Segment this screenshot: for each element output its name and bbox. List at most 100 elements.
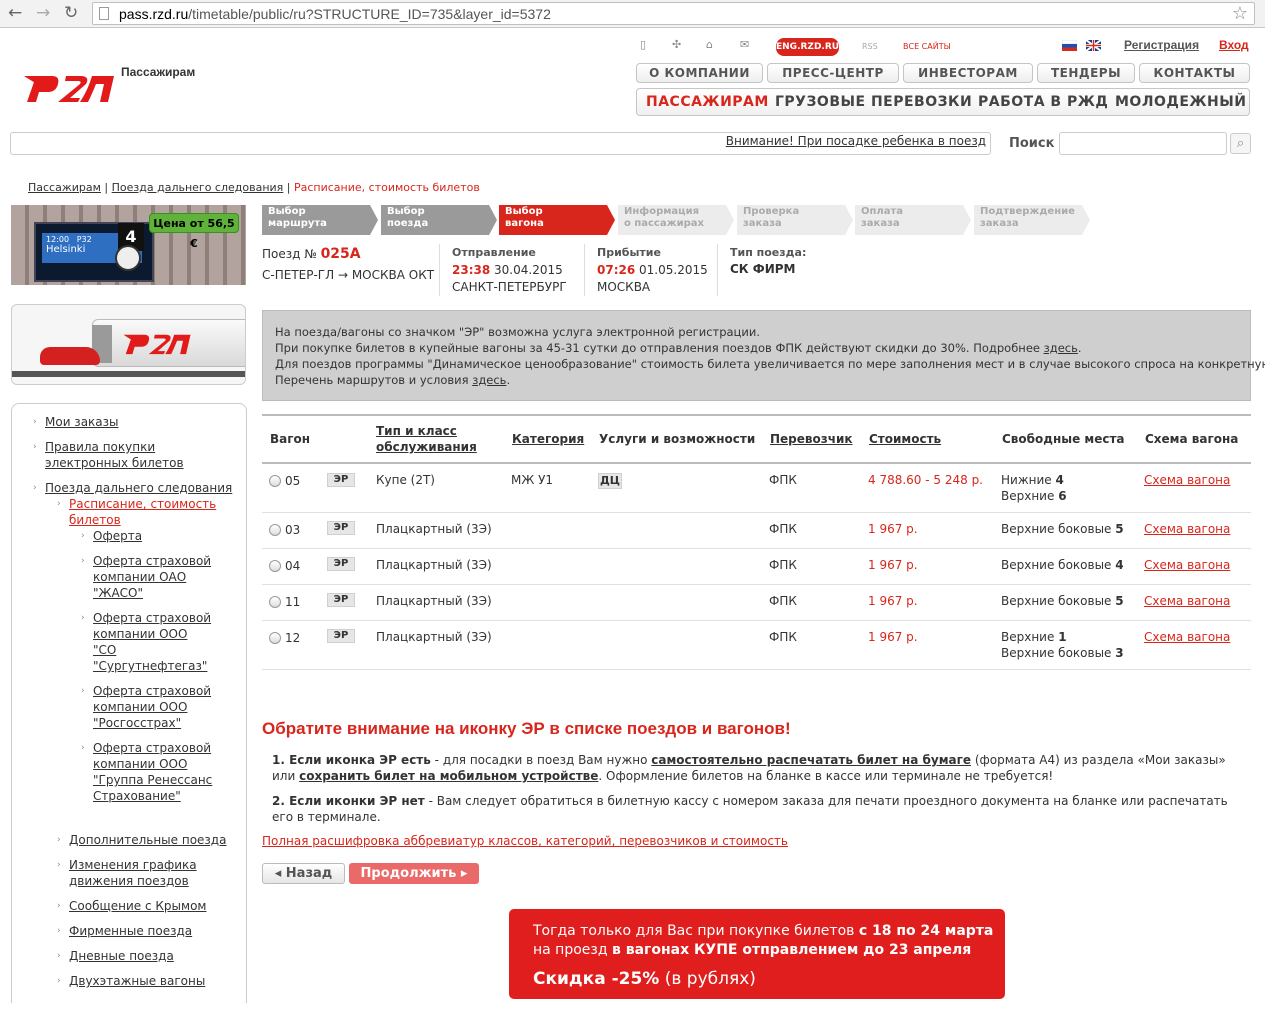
menu-current-schedule[interactable]: › Расписание, стоимость билетов — [57, 496, 219, 528]
main-nav-cargo[interactable]: ГРУЗОВЫЕ ПЕРЕВОЗКИ — [775, 94, 972, 110]
cars-table-header: Вагон Тип и класс обслуживания Категория … — [262, 414, 1251, 464]
step-route[interactable]: Выбор маршрута — [262, 205, 370, 235]
breadcrumb-long-distance[interactable]: Поезда дальнего следования — [112, 181, 284, 194]
back-arrow-icon[interactable]: ← — [8, 4, 22, 22]
main-nav-passengers[interactable]: ПАССАЖИРАМ — [646, 94, 769, 110]
rss-link[interactable]: RSS — [862, 42, 878, 51]
register-link[interactable]: Регистрация — [1124, 38, 1199, 52]
car-scheme-link[interactable]: Схема вагона — [1144, 629, 1230, 645]
menu-schedule-changes[interactable]: › Изменения графика движения поездов — [57, 857, 209, 889]
car-scheme-link[interactable]: Схема вагона — [1144, 521, 1230, 537]
car-scheme-link[interactable]: Схема вагона — [1144, 472, 1230, 488]
search-icon[interactable]: ⌕ — [1230, 133, 1251, 154]
menu-my-orders[interactable]: › Мои заказы — [33, 414, 235, 430]
login-link[interactable]: Вход — [1219, 38, 1249, 52]
table-row[interactable]: 11 ЭР Плацкартный (3Э) ФПК 1 967 р. Верх… — [262, 585, 1251, 621]
nav-about[interactable]: О КОМПАНИИ — [636, 63, 763, 83]
er-badge: ЭР — [327, 473, 355, 487]
discount-details-link[interactable]: здесь — [1044, 341, 1078, 355]
menu-crimea[interactable]: › Сообщение с Крымом — [57, 898, 239, 914]
sort-cost[interactable]: Стоимость — [869, 431, 941, 447]
news-ticker: Внимание! При посадке ребенка в поезд — [10, 132, 991, 155]
home-icon[interactable]: ⌂ — [706, 38, 713, 54]
car-radio[interactable] — [269, 596, 281, 608]
step-confirm: Подтверждение заказа — [974, 205, 1082, 235]
rzd-logo-on-wagon — [123, 334, 191, 355]
abbreviations-link[interactable]: Полная расшифровка аббревиатур классов, … — [262, 834, 788, 848]
departure-station: САНКТ-ПЕТЕРБУРГ — [452, 280, 567, 294]
table-row[interactable]: 12 ЭР Плацкартный (3Э) ФПК 1 967 р. Верх… — [262, 621, 1251, 670]
reload-icon[interactable]: ↻ — [64, 4, 78, 22]
url-path: /timetable/public/ru?STRUCTURE_ID=735&la… — [188, 6, 551, 22]
nav-investors[interactable]: ИНВЕСТОРАМ — [903, 63, 1033, 83]
step-car: Выбор вагона — [499, 205, 607, 235]
nav-contacts[interactable]: КОНТАКТЫ — [1139, 63, 1250, 83]
menu-long-distance[interactable]: › Поезда дальнего следования — [33, 480, 240, 496]
step-train[interactable]: Выбор поезда — [381, 205, 489, 235]
arrival-datetime: 07:26 01.05.2015 — [597, 263, 708, 277]
routes-list-link[interactable]: здесь — [472, 373, 506, 387]
menu-rules[interactable]: › Правила покупки электронных билетов — [33, 439, 195, 471]
car-radio[interactable] — [269, 632, 281, 644]
eng-site-button[interactable]: ENG.RZD.RU — [776, 38, 839, 56]
car-scheme-link[interactable]: Схема вагона — [1144, 557, 1230, 573]
nav-press[interactable]: ПРЕСС-ЦЕНТР — [767, 63, 899, 83]
ticker-alert-link[interactable]: Внимание! При посадке ребенка в поезд — [726, 134, 986, 148]
train-number: Поезд № 025А — [262, 246, 361, 262]
departure-datetime: 23:38 30.04.2015 — [452, 263, 563, 277]
car-radio[interactable] — [269, 475, 281, 487]
ru-flag-icon[interactable] — [1062, 40, 1077, 51]
table-row[interactable]: 05 ЭР Купе (2Т) МЖ У1 ДЦ ФПК 4 788.60 - … — [262, 464, 1251, 513]
menu-additional-trains[interactable]: › Дополнительные поезда — [57, 832, 239, 848]
sort-carrier[interactable]: Перевозчик — [770, 431, 853, 447]
breadcrumb-current: Расписание, стоимость билетов — [294, 181, 480, 194]
table-row[interactable]: 04 ЭР Плацкартный (3Э) ФПК 1 967 р. Верх… — [262, 549, 1251, 585]
sort-type[interactable]: Тип и класс обслуживания — [376, 423, 477, 455]
car-image — [40, 347, 100, 365]
train-route: С-ПЕТЕР-ГЛ → МОСКВА ОКТ — [262, 268, 435, 282]
menu-offer-surgut[interactable]: › Оферта страховой компании ООО "СО "Сург… — [81, 610, 213, 674]
board-code: P32 — [76, 235, 92, 244]
menu-offer-rgs[interactable]: › Оферта страховой компании ООО "Росгосст… — [81, 683, 213, 731]
menu-firm-trains[interactable]: › Фирменные поезда — [57, 923, 239, 939]
all-sites-link[interactable]: ВСЕ САЙТЫ — [903, 42, 951, 51]
sort-category[interactable]: Категория — [512, 431, 584, 447]
menu-offer-jaso[interactable]: › Оферта страховой компании ОАО "ЖАСО" — [81, 553, 213, 601]
car-scheme-link[interactable]: Схема вагона — [1144, 593, 1230, 609]
continue-button[interactable]: Продолжить ▸ — [349, 863, 479, 884]
service-badge: ДЦ — [598, 473, 622, 489]
sitemap-icon[interactable]: ✣ — [672, 38, 681, 54]
menu-offer-renaissance[interactable]: › Оферта страховой компании ООО "Группа Р… — [81, 740, 213, 804]
rzd-logo[interactable] — [22, 62, 116, 104]
search-input[interactable] — [1059, 132, 1227, 155]
bookmark-star-icon[interactable]: ☆ — [1232, 3, 1248, 24]
nav-tenders[interactable]: ТЕНДЕРЫ — [1037, 63, 1135, 83]
clock-icon — [115, 245, 141, 271]
uk-flag-icon[interactable] — [1086, 40, 1101, 51]
breadcrumb-passengers[interactable]: Пассажирам — [28, 181, 101, 194]
main-nav-youth[interactable]: МОЛОДЕЖНЫЙ — [1115, 94, 1246, 110]
menu-double-decker[interactable]: › Двухэтажные вагоны — [57, 973, 239, 989]
breadcrumb: Пассажирам | Поезда дальнего следования … — [28, 181, 480, 194]
mail-icon[interactable]: ✉ — [740, 38, 749, 54]
forward-arrow-icon[interactable]: → — [36, 4, 50, 22]
url-host: pass.rzd.ru — [119, 6, 189, 22]
attention-point-2: 2. Если иконки ЭР нет - Вам следует обра… — [272, 794, 1228, 824]
logo-caption: Пассажирам — [121, 65, 196, 79]
main-nav-jobs[interactable]: РАБОТА В РЖД — [978, 94, 1108, 110]
mobile-icon[interactable]: ▯ — [640, 38, 646, 54]
step-passengers: Информация о пассажирах — [618, 205, 726, 235]
discount-promo-banner[interactable]: Тогда только для Вас при покупке билетов… — [509, 909, 1005, 999]
step-check: Проверка заказа — [737, 205, 845, 235]
departure-label: Отправление — [452, 246, 536, 259]
menu-day-trains[interactable]: › Дневные поезда — [57, 948, 239, 964]
address-bar[interactable]: pass.rzd.ru/timetable/public/ru?STRUCTUR… — [92, 2, 1255, 25]
promo-banner-autotrain[interactable] — [11, 304, 246, 385]
table-row[interactable]: 03 ЭР Плацкартный (3Э) ФПК 1 967 р. Верх… — [262, 513, 1251, 549]
car-radio[interactable] — [269, 560, 281, 572]
back-button[interactable]: ◂ Назад — [262, 863, 345, 884]
car-radio[interactable] — [269, 524, 281, 536]
menu-offer[interactable]: › Оферта — [81, 528, 223, 544]
price-badge[interactable]: Цена от 56,5 € — [149, 213, 239, 250]
er-badge: ЭР — [327, 593, 355, 607]
